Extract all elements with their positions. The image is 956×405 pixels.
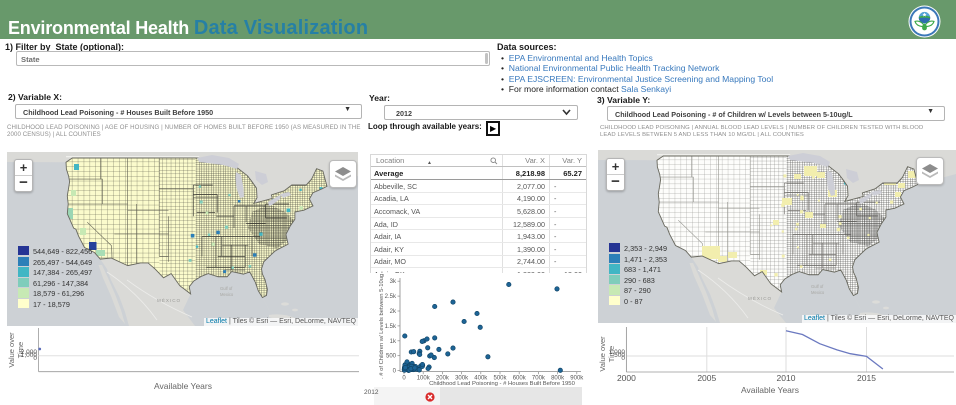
- svg-text:Mexico: Mexico: [220, 292, 234, 297]
- svg-text:1k: 1k: [390, 339, 397, 345]
- svg-text:Value over: Value over: [7, 332, 16, 368]
- svg-text:Gulf of: Gulf of: [811, 284, 824, 289]
- svg-text:Available Years: Available Years: [154, 381, 212, 391]
- svg-text:0: 0: [402, 376, 406, 382]
- svg-text:500: 500: [386, 354, 397, 360]
- svg-text:2k: 2k: [390, 309, 397, 315]
- svg-text:2005: 2005: [697, 373, 716, 383]
- svg-text:Value over: Value over: [598, 336, 607, 372]
- svg-text:0: 0: [621, 355, 625, 362]
- svg-text:Available Years: Available Years: [741, 385, 799, 395]
- svg-text:3k: 3k: [390, 279, 397, 285]
- svg-text:. # of Children w/ Levels betw: . # of Children w/ Levels between 5-10ug…: [379, 274, 385, 379]
- svg-text:2010: 2010: [777, 373, 796, 383]
- svg-text:Gulf of: Gulf of: [220, 286, 233, 291]
- svg-text:2.5k: 2.5k: [385, 294, 397, 300]
- svg-text:0: 0: [393, 369, 397, 375]
- svg-text:Childhood Lead Poisoning - # H: Childhood Lead Poisoning - # Houses Buil…: [429, 381, 575, 386]
- svg-text:MÉXICO: MÉXICO: [157, 297, 181, 303]
- svg-text:Mexico: Mexico: [811, 290, 825, 295]
- svg-text:MÉXICO: MÉXICO: [748, 295, 772, 301]
- svg-text:2015: 2015: [857, 373, 876, 383]
- svg-text:1.5k: 1.5k: [385, 324, 397, 330]
- svg-text:2000: 2000: [617, 373, 636, 383]
- svg-text:0: 0: [33, 355, 37, 362]
